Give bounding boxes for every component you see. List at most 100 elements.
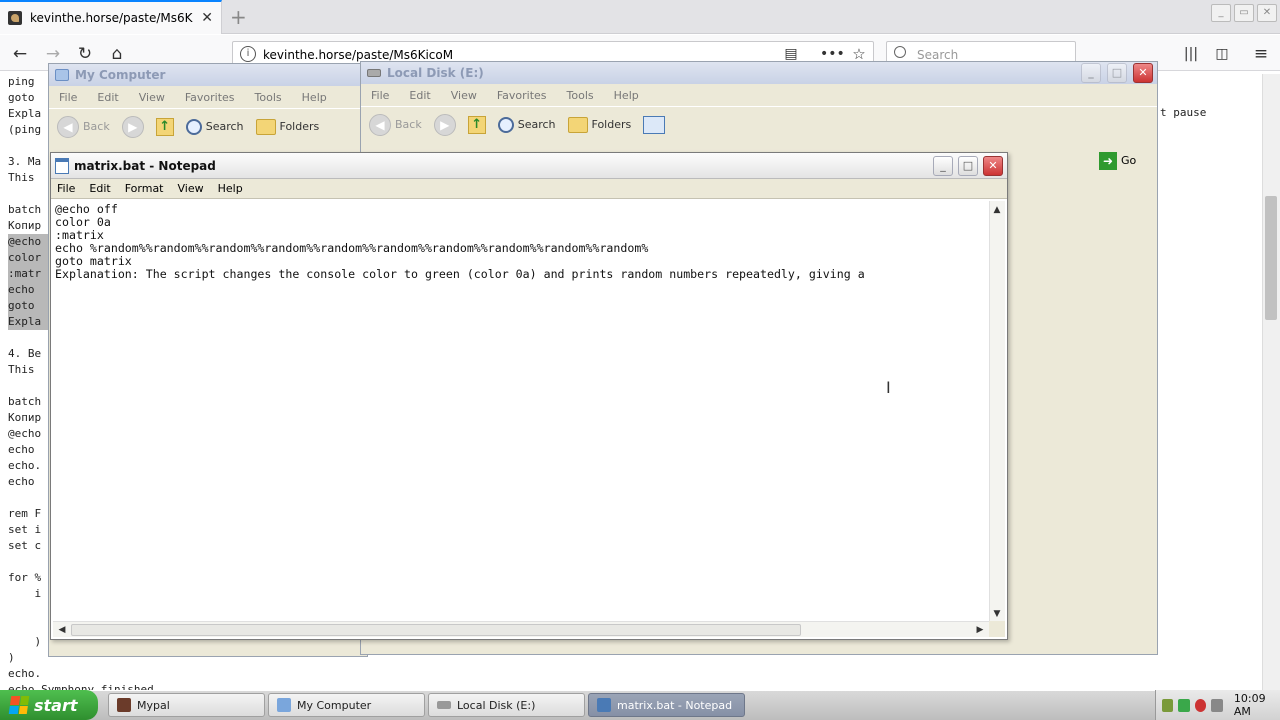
clock: 10:09 AM xyxy=(1233,692,1266,718)
folders-icon xyxy=(567,116,588,133)
folders-icon xyxy=(255,118,276,135)
notepad-line: Explanation: The script changes the cons… xyxy=(55,267,865,281)
close-button[interactable]: ✕ xyxy=(983,155,1003,176)
new-tab-icon[interactable]: + xyxy=(230,5,247,29)
menu-item-view[interactable]: View xyxy=(139,91,165,104)
page-scroll-thumb[interactable] xyxy=(1265,196,1277,320)
my-computer-toolbar: ◀ Back ▶ ↑ Search Folders xyxy=(49,108,367,144)
window-title: Local Disk (E:) xyxy=(387,66,484,80)
browser-close-button[interactable]: ✕ xyxy=(1257,4,1277,22)
scroll-left-icon[interactable]: ◀ xyxy=(55,623,69,637)
search-button[interactable]: Search xyxy=(185,118,244,135)
folders-button[interactable]: Folders xyxy=(567,116,632,133)
menu-item-file[interactable]: File xyxy=(59,91,77,104)
computer-icon xyxy=(277,698,291,712)
reload-icon[interactable]: ↻ xyxy=(74,43,96,65)
task-local-disk[interactable]: Local Disk (E:) xyxy=(428,693,585,717)
safely-remove-icon[interactable] xyxy=(1178,698,1190,712)
menu-item-edit[interactable]: Edit xyxy=(409,89,430,102)
notepad-window[interactable]: matrix.bat - Notepad _ □ ✕ File Edit Forma… xyxy=(50,152,1008,640)
scroll-up-icon[interactable]: ▲ xyxy=(990,203,1004,217)
menu-item-help[interactable]: Help xyxy=(614,89,639,102)
task-notepad[interactable]: matrix.bat - Notepad xyxy=(588,693,745,717)
task-label: Local Disk (E:) xyxy=(457,698,536,712)
tab-close-icon[interactable]: ✕ xyxy=(201,10,213,26)
minimize-button[interactable]: _ xyxy=(933,155,953,176)
views-icon[interactable] xyxy=(643,115,666,134)
sidebar-icon[interactable]: ◫ xyxy=(1211,43,1233,65)
security-shield-icon[interactable] xyxy=(1194,698,1207,712)
start-button[interactable]: start xyxy=(0,690,98,720)
network-icon[interactable] xyxy=(1162,698,1174,712)
notepad-line: color 0a xyxy=(55,215,111,229)
go-button[interactable]: Go xyxy=(1121,154,1136,167)
menu-item-view[interactable]: View xyxy=(451,89,477,102)
minimize-button[interactable]: _ xyxy=(1081,63,1101,83)
task-my-computer[interactable]: My Computer xyxy=(268,693,425,717)
search-button[interactable]: Search xyxy=(497,116,556,133)
menu-item-file[interactable]: File xyxy=(57,182,75,195)
maximize-button[interactable]: □ xyxy=(1107,63,1127,83)
search-label: Search xyxy=(205,120,244,133)
menu-item-help[interactable]: Help xyxy=(218,182,243,195)
site-info-icon[interactable]: i xyxy=(240,46,256,62)
browser-maximize-button[interactable]: ▭ xyxy=(1234,4,1254,22)
scroll-down-icon[interactable]: ▼ xyxy=(990,607,1004,621)
vertical-scrollbar[interactable]: ▲ ▼ xyxy=(989,201,1005,623)
browser-tab[interactable]: kevinthe.horse/paste/Ms6KIcoM ✕ xyxy=(0,0,222,34)
mypal-icon xyxy=(117,698,131,712)
horizontal-scroll-thumb[interactable] xyxy=(71,624,801,636)
notepad-text-area[interactable]: @echo off color 0a:matrix echo %random%%ra… xyxy=(55,203,991,621)
notepad-line: echo %random%%random%%random%%random%%ra… xyxy=(55,241,649,255)
menu-item-favorites[interactable]: Favorites xyxy=(185,91,235,104)
menu-item-favorites[interactable]: Favorites xyxy=(497,89,547,102)
menu-item-tools[interactable]: Tools xyxy=(567,89,594,102)
menu-item-view[interactable]: View xyxy=(178,182,204,195)
browser-minimize-button[interactable]: _ xyxy=(1211,4,1231,22)
go-arrow-icon[interactable]: ➜ xyxy=(1099,152,1117,170)
folders-button[interactable]: Folders xyxy=(255,118,319,135)
close-button[interactable]: ✕ xyxy=(1133,63,1153,83)
forward-arrow-icon[interactable]: ▶ xyxy=(433,113,456,136)
menu-item-format[interactable]: Format xyxy=(125,182,164,195)
notepad-icon xyxy=(55,157,69,174)
drive-icon xyxy=(437,701,451,709)
task-label: My Computer xyxy=(297,698,372,712)
notepad-titlebar[interactable]: matrix.bat - Notepad _ □ ✕ xyxy=(51,153,1007,179)
folders-label: Folders xyxy=(591,118,632,131)
home-icon[interactable]: ⌂ xyxy=(106,43,128,65)
drive-icon xyxy=(367,69,381,77)
back-button[interactable]: ◀ Back xyxy=(369,113,422,136)
resize-grip[interactable] xyxy=(989,621,1005,637)
local-disk-titlebar[interactable]: Local Disk (E:) _ □ ✕ xyxy=(361,62,1157,84)
back-arrow-icon: ◀ xyxy=(57,115,79,138)
scroll-right-icon[interactable]: ▶ xyxy=(973,623,987,637)
paste-right-text: t pause xyxy=(1160,106,1207,119)
my-computer-titlebar[interactable]: My Computer xyxy=(49,64,367,86)
horizontal-scrollbar[interactable]: ◀ ▶ xyxy=(53,621,989,637)
up-folder-icon[interactable]: ↑ xyxy=(467,115,486,134)
menu-icon[interactable]: ≡ xyxy=(1250,43,1272,65)
up-folder-icon[interactable]: ↑ xyxy=(155,117,174,136)
back-icon[interactable]: ← xyxy=(9,43,31,65)
search-icon xyxy=(894,46,906,58)
volume-icon[interactable] xyxy=(1211,698,1223,712)
task-mypal[interactable]: Mypal xyxy=(108,693,265,717)
maximize-button[interactable]: □ xyxy=(958,155,978,176)
menu-item-edit[interactable]: Edit xyxy=(97,91,118,104)
menu-item-tools[interactable]: Tools xyxy=(255,91,282,104)
menu-item-file[interactable]: File xyxy=(371,89,389,102)
my-computer-menubar: File Edit View Favorites Tools Help xyxy=(49,86,367,108)
menu-item-help[interactable]: Help xyxy=(302,91,327,104)
system-tray: 10:09 AM xyxy=(1155,690,1280,720)
menu-item-edit[interactable]: Edit xyxy=(89,182,110,195)
back-label: Back xyxy=(395,118,422,131)
forward-icon[interactable]: → xyxy=(42,43,64,65)
forward-arrow-icon[interactable]: ▶ xyxy=(121,115,144,138)
back-label: Back xyxy=(83,120,110,133)
page-scrollbar[interactable] xyxy=(1262,74,1280,690)
back-button[interactable]: ◀ Back xyxy=(57,115,110,138)
library-icon[interactable]: ||| xyxy=(1180,43,1202,65)
start-label: start xyxy=(34,695,78,715)
local-disk-menubar: File Edit View Favorites Tools Help xyxy=(361,84,1157,106)
